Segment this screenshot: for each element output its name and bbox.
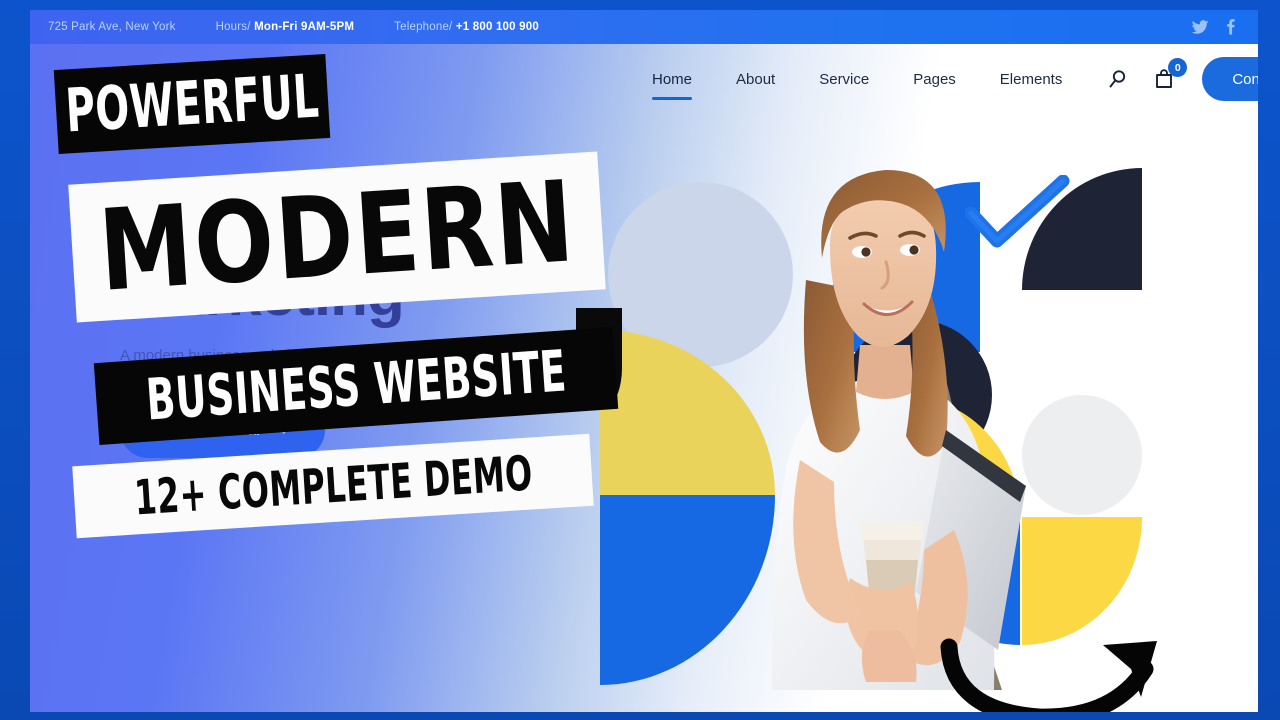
- topbar-phone-label: Telephone/: [394, 21, 453, 33]
- facebook-icon[interactable]: [1220, 17, 1240, 37]
- shopping-bag-icon[interactable]: 0: [1152, 58, 1188, 91]
- nav-item-elements[interactable]: Elements: [978, 44, 1085, 114]
- topbar-hours-label: Hours/: [215, 21, 251, 33]
- overlay-text-modern: MODERN: [95, 157, 579, 317]
- cart-count-badge: 0: [1168, 58, 1188, 77]
- nav-item-home-label: Home: [652, 70, 693, 88]
- decor-circle-gray: [1022, 395, 1142, 515]
- twitter-icon[interactable]: [1190, 17, 1210, 37]
- nav-item-about[interactable]: About: [714, 44, 797, 114]
- topbar-address: 725 Park Ave, New York: [48, 21, 176, 33]
- topbar-phone: Telephone/ +1 800 100 900: [394, 21, 539, 33]
- overlay-text-powerful: POWERFUL: [63, 61, 321, 147]
- curved-arrow-icon: [940, 638, 1157, 712]
- topbar-hours-value: Mon-Fri 9AM-5PM: [254, 21, 355, 33]
- browser-stage: Pixel Marketing A modern business websit…: [30, 10, 1258, 712]
- nav-item-about-label: About: [736, 70, 776, 88]
- topbar-hours: Hours/ Mon-Fri 9AM-5PM: [216, 21, 355, 33]
- nav-item-pages[interactable]: Pages: [891, 44, 978, 114]
- contact-us-button[interactable]: Contact Us: [1202, 57, 1258, 101]
- hero-photo: [710, 130, 1040, 690]
- nav-item-service[interactable]: Service: [797, 44, 891, 114]
- nav-item-elements-label: Elements: [999, 70, 1063, 88]
- nav-item-pages-label: Pages: [913, 70, 956, 88]
- outer-frame: Pixel Marketing A modern business websit…: [0, 0, 1280, 720]
- topbar-phone-value: +1 800 100 900: [455, 21, 539, 33]
- nav-item-service-label: Service: [819, 70, 870, 88]
- nav-item-home[interactable]: Home: [630, 44, 714, 114]
- overlay-banner-powerful: POWERFUL: [53, 54, 331, 154]
- website-mock: Pixel Marketing A modern business websit…: [30, 10, 1258, 712]
- nav-active-underline: [652, 96, 692, 100]
- search-icon[interactable]: [1106, 67, 1130, 91]
- nav-icons: 0: [1106, 58, 1188, 91]
- hero-collage: [576, 90, 1230, 712]
- top-info-bar: 725 Park Ave, New York Hours/ Mon-Fri 9A…: [30, 10, 1258, 44]
- nav-items: Home About Service Pages Elements 0 Con: [630, 44, 1258, 114]
